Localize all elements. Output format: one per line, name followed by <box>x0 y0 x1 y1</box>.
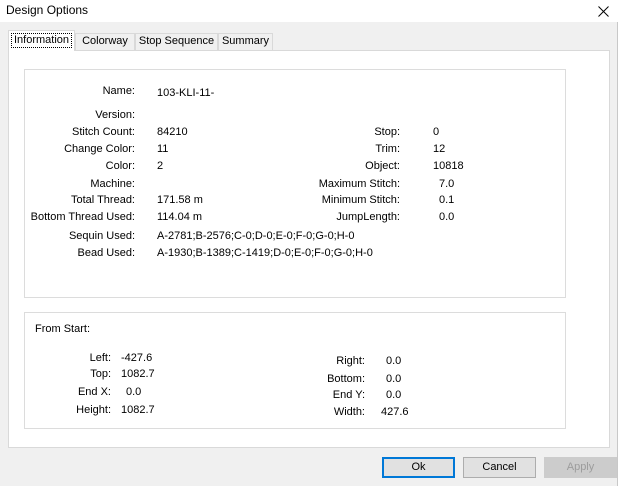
close-button[interactable] <box>588 0 618 22</box>
tab-colorway[interactable]: Colorway <box>75 33 135 50</box>
width-value: 427.6 <box>381 406 409 418</box>
machine-label: Machine: <box>90 178 135 190</box>
min-stitch-label: Minimum Stitch: <box>321 194 400 206</box>
trim-value: 12 <box>433 143 446 155</box>
tab-colorway-label: Colorway <box>82 35 128 47</box>
end-x-label: End X: <box>77 386 111 398</box>
bottom-value: 0.0 <box>386 373 402 385</box>
tab-stop-sequence[interactable]: Stop Sequence <box>135 33 218 50</box>
stitch-count-value: 84210 <box>157 126 188 138</box>
bottom-thread-value: 114.04 m <box>157 211 203 223</box>
total-thread-value: 171.58 m <box>157 194 203 206</box>
stitch-count-label: Stitch Count: <box>72 126 135 138</box>
trim-label: Trim: <box>375 143 400 155</box>
bead-value: A-1930;B-1389;C-1419;D-0;E-0;F-0;G-0;H-0 <box>157 247 373 259</box>
stop-value: 0 <box>433 126 440 138</box>
tab-summary[interactable]: Summary <box>218 33 273 50</box>
color-value: 2 <box>157 160 164 172</box>
top-label: Top: <box>90 368 111 380</box>
left-label: Left: <box>89 352 111 364</box>
max-stitch-value: 7.0 <box>439 178 455 190</box>
right-label: Right: <box>336 355 365 367</box>
design-extent-group: From Start: Left: -427.6 Top: 1082.7 End… <box>24 312 566 429</box>
width-label: Width: <box>333 406 365 418</box>
tab-summary-label: Summary <box>221 35 270 47</box>
information-panel: Name: 103-KLI-11- Version: Stitch Count:… <box>8 50 610 448</box>
title-bar: Design Options <box>0 0 618 22</box>
total-thread-label: Total Thread: <box>70 194 135 206</box>
design-options-dialog: Design Options Information Colorway Stop… <box>0 0 618 486</box>
end-y-label: End Y: <box>332 389 365 401</box>
end-y-value: 0.0 <box>386 389 402 401</box>
object-label: Object: <box>365 160 400 172</box>
end-x-value: 0.0 <box>126 386 142 398</box>
jump-length-label: JumpLength: <box>336 211 400 223</box>
apply-button[interactable]: Apply <box>544 457 617 478</box>
max-stitch-label: Maximum Stitch: <box>318 178 400 190</box>
object-value: 10818 <box>433 160 464 172</box>
change-color-label: Change Color: <box>64 143 135 155</box>
window-title: Design Options <box>6 3 89 17</box>
left-value: -427.6 <box>121 352 153 364</box>
name-label: Name: <box>102 85 135 97</box>
height-label: Height: <box>76 404 111 416</box>
bottom-thread-label: Bottom Thread Used: <box>30 211 135 223</box>
sequin-label: Sequin Used: <box>68 230 135 242</box>
height-value: 1082.7 <box>121 404 155 416</box>
design-info-group: Name: 103-KLI-11- Version: Stitch Count:… <box>24 69 566 298</box>
color-label: Color: <box>105 160 135 172</box>
right-value: 0.0 <box>386 355 402 367</box>
ok-button[interactable]: Ok <box>382 457 455 478</box>
cancel-button[interactable]: Cancel <box>463 457 536 478</box>
tab-information-label: Information <box>11 33 73 48</box>
version-label: Version: <box>95 109 135 121</box>
name-value: 103-KLI-11- <box>157 87 215 99</box>
tab-information[interactable]: Information <box>8 30 75 51</box>
min-stitch-value: 0.1 <box>439 194 455 206</box>
tab-stop-sequence-label: Stop Sequence <box>138 35 215 47</box>
bottom-label: Bottom: <box>327 373 365 385</box>
bead-label: Bead Used: <box>77 247 135 259</box>
stop-label: Stop: <box>374 126 400 138</box>
jump-length-value: 0.0 <box>439 211 455 223</box>
top-value: 1082.7 <box>121 368 155 380</box>
sequin-value: A-2781;B-2576;C-0;D-0;E-0;F-0;G-0;H-0 <box>157 230 355 242</box>
change-color-value: 11 <box>157 143 169 155</box>
close-icon <box>597 5 609 17</box>
from-start-header: From Start: <box>35 323 91 335</box>
